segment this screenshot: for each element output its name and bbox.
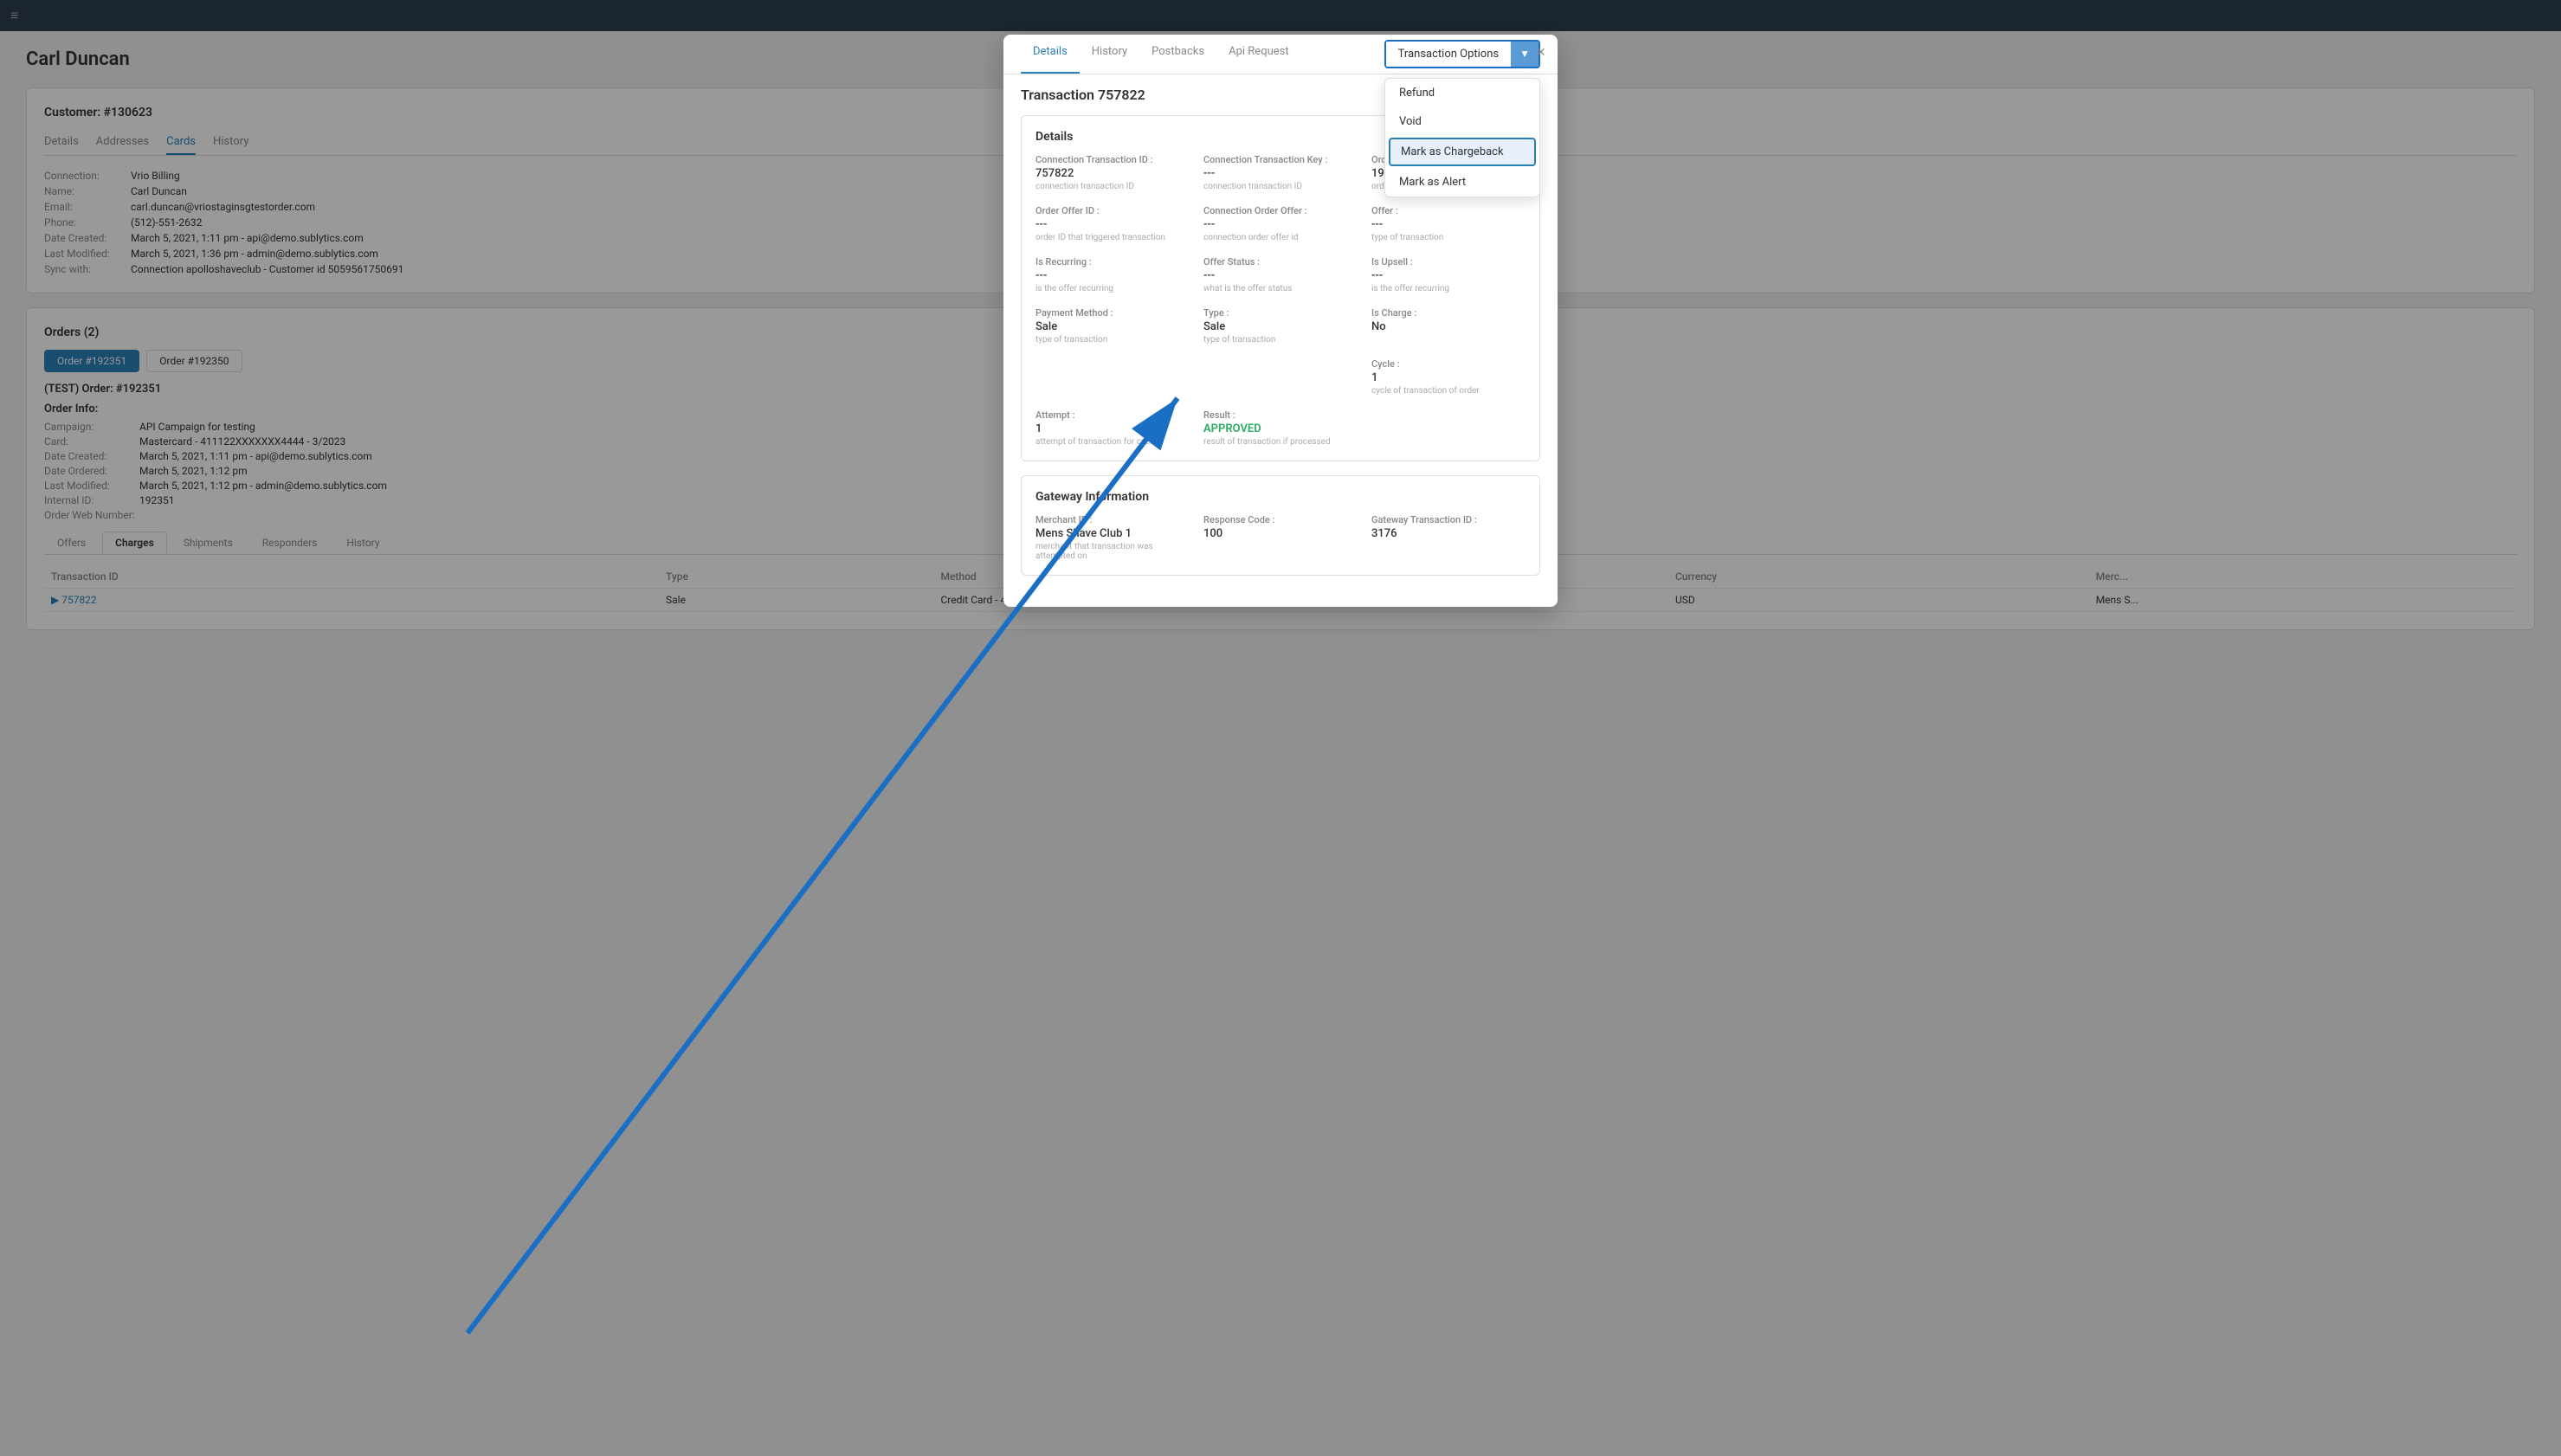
value-gateway-trans-id: 3176 (1371, 527, 1526, 540)
detail-grid: Connection Transaction ID : 757822 conne… (1035, 154, 1526, 447)
value-result: APPROVED (1203, 422, 1358, 435)
field-merchant-id: Merchant ID : Mens Shave Club 1 merchant… (1035, 514, 1190, 561)
sub-order-offer-id: order ID that triggered transaction (1035, 233, 1190, 242)
label-is-recurring: Is Recurring : (1035, 256, 1190, 267)
label-offer-status: Offer Status : (1203, 256, 1358, 267)
field-connection-order-offer: Connection Order Offer : --- connection … (1203, 205, 1358, 242)
dropdown-mark-chargeback[interactable]: Mark as Chargeback (1389, 138, 1536, 166)
sub-connection-order-offer: connection order offer id (1203, 233, 1358, 242)
field-order-offer-id: Order Offer ID : --- order ID that trigg… (1035, 205, 1190, 242)
field-is-recurring: Is Recurring : --- is the offer recurrin… (1035, 256, 1190, 293)
modal-tab-api-request[interactable]: Api Request (1216, 35, 1300, 74)
value-connection-order-offer: --- (1203, 218, 1358, 231)
field-response-code: Response Code : 100 (1203, 514, 1358, 561)
field-attempt: Attempt : 1 attempt of transaction for c… (1035, 409, 1190, 447)
sub-cycle: cycle of transaction of order (1371, 386, 1526, 396)
sub-type: type of transaction (1203, 335, 1358, 345)
label-is-charge: Is Charge : (1371, 307, 1526, 319)
sub-connection-trans-id: connection transaction ID (1035, 182, 1190, 191)
value-connection-trans-key: --- (1203, 167, 1358, 180)
field-result: Result : APPROVED result of transaction … (1203, 409, 1358, 447)
modal-tab-history[interactable]: History (1080, 35, 1139, 74)
gateway-section-title: Gateway Information (1035, 490, 1526, 504)
modal: × Details History Postbacks Api Request … (1003, 35, 1558, 607)
value-attempt: 1 (1035, 422, 1190, 435)
transaction-options-chevron[interactable]: ▼ (1511, 42, 1539, 67)
value-is-upsell: --- (1371, 269, 1526, 282)
label-cycle: Cycle : (1371, 358, 1526, 370)
label-order-offer-id: Order Offer ID : (1035, 205, 1190, 216)
dropdown-refund[interactable]: Refund (1385, 79, 1539, 107)
dropdown-menu: Refund Void Mark as Chargeback Mark as A… (1384, 78, 1540, 197)
field-connection-trans-key: Connection Transaction Key : --- connect… (1203, 154, 1358, 191)
modal-close-button[interactable]: × (1536, 43, 1545, 61)
field-connection-trans-id: Connection Transaction ID : 757822 conne… (1035, 154, 1190, 191)
dropdown-void[interactable]: Void (1385, 107, 1539, 136)
value-connection-trans-id: 757822 (1035, 167, 1190, 180)
field-payment-method: Payment Method : Sale type of transactio… (1035, 307, 1190, 345)
value-is-charge: No (1371, 320, 1526, 333)
label-is-upsell: Is Upsell : (1371, 256, 1526, 267)
label-gateway-trans-id: Gateway Transaction ID : (1371, 514, 1526, 525)
label-connection-trans-key: Connection Transaction Key : (1203, 154, 1358, 165)
label-offer: Offer : (1371, 205, 1526, 216)
gateway-detail-grid: Merchant ID : Mens Shave Club 1 merchant… (1035, 514, 1526, 561)
sub-attempt: attempt of transaction for cycle (1035, 437, 1190, 447)
value-payment-method: Sale (1035, 320, 1190, 333)
value-type: Sale (1203, 320, 1358, 333)
label-type: Type : (1203, 307, 1358, 319)
value-cycle: 1 (1371, 371, 1526, 384)
field-is-charge: Is Charge : No (1371, 307, 1526, 345)
field-cycle-placeholder2 (1203, 358, 1358, 396)
field-type: Type : Sale type of transaction (1203, 307, 1358, 345)
value-merchant-id: Mens Shave Club 1 (1035, 527, 1190, 540)
sub-result: result of transaction if processed (1203, 437, 1358, 447)
sub-payment-method: type of transaction (1035, 335, 1190, 345)
modal-overlay: × Details History Postbacks Api Request … (0, 0, 2561, 1456)
label-connection-trans-id: Connection Transaction ID : (1035, 154, 1190, 165)
sub-offer: type of transaction (1371, 233, 1526, 242)
transaction-options-button[interactable]: Transaction Options ▼ (1384, 40, 1540, 68)
transaction-options-label: Transaction Options (1386, 42, 1511, 67)
field-empty (1371, 409, 1526, 447)
gateway-section: Gateway Information Merchant ID : Mens S… (1021, 475, 1540, 576)
dropdown-mark-alert[interactable]: Mark as Alert (1385, 168, 1539, 196)
sub-merchant-id: merchant that transaction was attempted … (1035, 542, 1190, 561)
value-response-code: 100 (1203, 527, 1358, 540)
sub-offer-status: what is the offer status (1203, 284, 1358, 293)
sub-connection-trans-key: connection transaction ID (1203, 182, 1358, 191)
field-is-upsell: Is Upsell : --- is the offer recurring (1371, 256, 1526, 293)
modal-tab-details[interactable]: Details (1021, 35, 1080, 74)
sub-is-recurring: is the offer recurring (1035, 284, 1190, 293)
modal-title: Transaction 757822 (1021, 87, 1145, 103)
label-result: Result : (1203, 409, 1358, 421)
label-payment-method: Payment Method : (1035, 307, 1190, 319)
sub-is-upsell: is the offer recurring (1371, 284, 1526, 293)
label-attempt: Attempt : (1035, 409, 1190, 421)
value-order-offer-id: --- (1035, 218, 1190, 231)
value-is-recurring: --- (1035, 269, 1190, 282)
field-offer: Offer : --- type of transaction (1371, 205, 1526, 242)
field-offer-status: Offer Status : --- what is the offer sta… (1203, 256, 1358, 293)
field-cycle-placeholder1 (1035, 358, 1190, 396)
field-cycle: Cycle : 1 cycle of transaction of order (1371, 358, 1526, 396)
value-offer: --- (1371, 218, 1526, 231)
label-response-code: Response Code : (1203, 514, 1358, 525)
value-offer-status: --- (1203, 269, 1358, 282)
modal-tab-postbacks[interactable]: Postbacks (1139, 35, 1216, 74)
modal-tabs: Details History Postbacks Api Request Tr… (1003, 35, 1558, 74)
label-merchant-id: Merchant ID : (1035, 514, 1190, 525)
label-connection-order-offer: Connection Order Offer : (1203, 205, 1358, 216)
field-gateway-trans-id: Gateway Transaction ID : 3176 (1371, 514, 1526, 561)
transaction-options-wrapper: Transaction Options ▼ (1384, 35, 1540, 74)
